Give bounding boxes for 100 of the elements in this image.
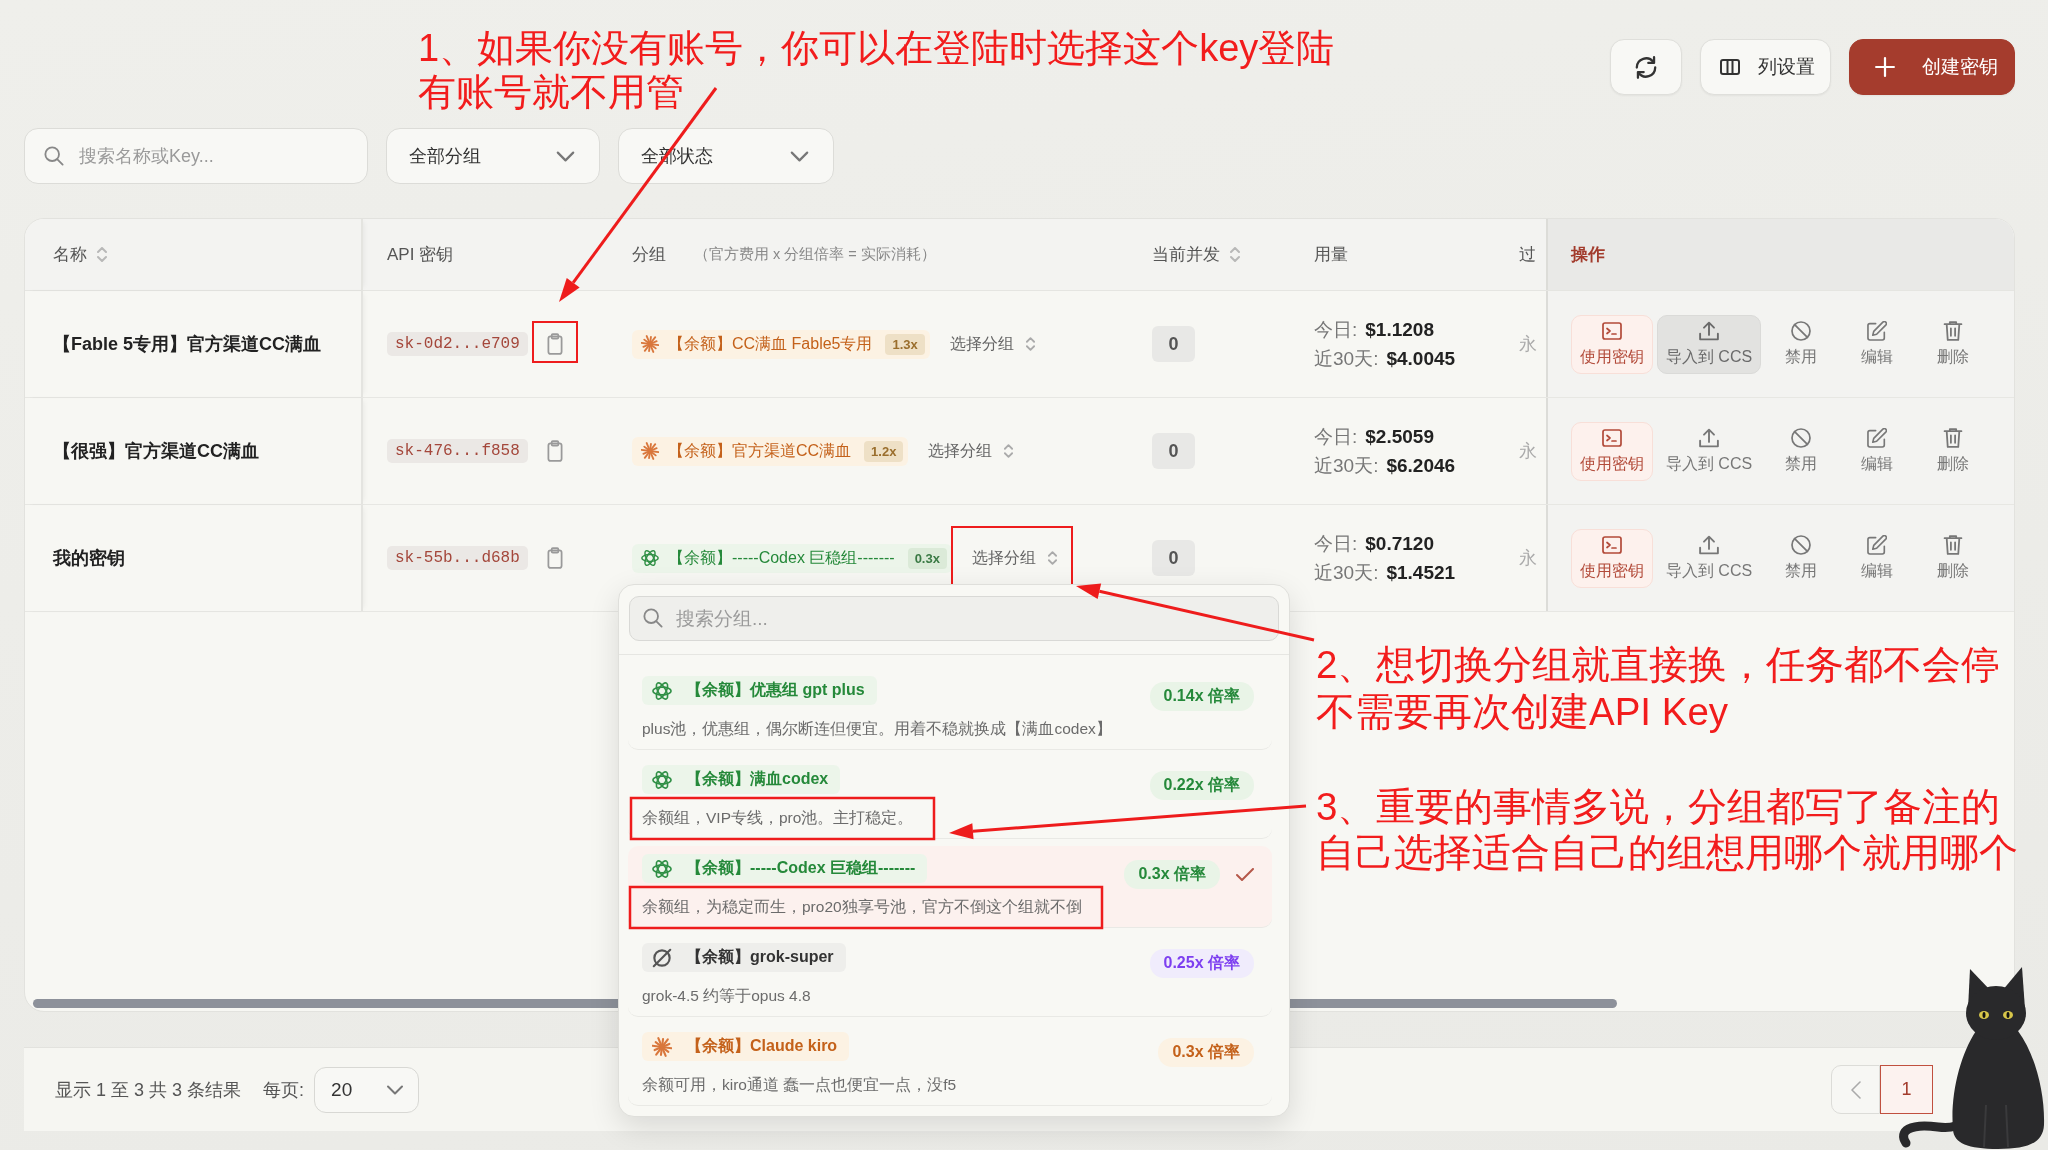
group-option[interactable]: 【余额】grok-super 0.25x 倍率 grok-4.5 约等于opus 4.8	[628, 935, 1272, 1017]
group-option[interactable]: 【余额】满血codex 0.22x 倍率 余额组，VIP专线，pro池。主打稳定。	[628, 757, 1272, 839]
slashed-circle-icon	[652, 947, 672, 968]
column-header: 过	[1519, 244, 1536, 266]
slashed-circle-icon	[1791, 534, 1811, 555]
group-name: 【余额】优惠组 gpt plus	[686, 680, 865, 700]
masked-api-key: sk-0d2...e709	[387, 332, 528, 356]
usage-label: 近30天:	[1314, 348, 1379, 369]
group-select-button[interactable]: 选择分组	[971, 547, 1057, 569]
group-description: 余额组，VIP专线，pro池。主打稳定。	[642, 808, 914, 828]
column-note: （官方费用 x 分组倍率 = 实际消耗）	[694, 245, 936, 264]
usage-label: 今日:	[1314, 426, 1358, 447]
annotation-text: 2、想切换分组就直接换，任务都不会停 不需要再次创建API Key	[1316, 642, 2001, 735]
starburst-icon	[641, 442, 659, 460]
trash-icon	[1943, 320, 1963, 341]
pencil-square-icon	[1867, 320, 1887, 341]
columns-icon	[1720, 59, 1740, 75]
sort-icon[interactable]	[1230, 247, 1240, 262]
group-name: 【余额】grok-super	[686, 947, 834, 967]
chevron-left-icon	[1850, 1080, 1861, 1099]
upload-icon	[1699, 320, 1719, 341]
create-key-button[interactable]: 创建密钥	[1849, 39, 2015, 95]
plus-icon	[1875, 57, 1895, 77]
page-size-select[interactable]: 20	[314, 1066, 420, 1113]
prev-page-button[interactable]	[1831, 1065, 1880, 1114]
usage-value: $4.0045	[1386, 348, 1456, 369]
sort-icon	[1025, 337, 1035, 351]
column-header: 名称	[53, 244, 87, 266]
import-button[interactable]: 导入到 CCS	[1657, 421, 1761, 481]
usage-label: 今日:	[1314, 533, 1358, 554]
group-option[interactable]: 【余额】优惠组 gpt plus 0.14x 倍率 plus池，优惠组，偶尔断连但便宜。用着不稳就换成【满血codex】	[628, 668, 1272, 750]
ratio-badge: 0.25x 倍率	[1149, 949, 1254, 978]
group-description: grok-4.5 约等于opus 4.8	[642, 986, 811, 1006]
delete-button[interactable]: 删除	[1917, 314, 1989, 374]
chevron-down-icon	[790, 150, 809, 162]
masked-api-key: sk-55b...d68b	[387, 546, 528, 570]
group-option[interactable]: 【余额】Claude kiro 0.3x 倍率 余额可用，kiro通道 蠢一点也便宜一点，没f5	[628, 1024, 1272, 1106]
disable-button[interactable]: 禁用	[1765, 314, 1837, 374]
delete-button[interactable]: 删除	[1917, 421, 1989, 481]
column-settings-button[interactable]: 列设置	[1700, 39, 1831, 95]
refresh-button[interactable]	[1610, 39, 1682, 95]
clipboard-icon[interactable]	[546, 333, 563, 355]
chevron-down-icon	[556, 150, 575, 162]
page-button[interactable]: 1	[1880, 1065, 1933, 1114]
usage-value: $0.7120	[1365, 533, 1434, 554]
sort-icon	[1004, 444, 1014, 458]
group-name: 【余额】-----Codex 巨稳组-------	[686, 858, 916, 878]
clipboard-icon[interactable]	[546, 440, 563, 462]
group-select-button[interactable]: 选择分组	[949, 333, 1035, 355]
import-button[interactable]: 导入到 CCS	[1657, 314, 1761, 374]
use-key-button[interactable]: 使用密钥	[1571, 314, 1653, 374]
refresh-icon	[1635, 55, 1657, 79]
starburst-icon	[652, 1036, 672, 1057]
column-header: API 密钥	[387, 244, 454, 266]
clipboard-icon[interactable]	[546, 547, 563, 569]
column-header: 操作	[1571, 244, 1605, 266]
disable-button[interactable]: 禁用	[1765, 528, 1837, 588]
ratio-badge: 1.3x	[885, 333, 925, 355]
search-field[interactable]: 搜索名称或Key...	[24, 128, 368, 184]
group-description: 余额组，为稳定而生，pro20独享号池，官方不倒这个组就不倒	[642, 897, 1082, 917]
usage-value: $1.4521	[1386, 562, 1456, 583]
ratio-badge: 0.3x	[907, 547, 947, 569]
ratio-badge: 0.3x 倍率	[1124, 860, 1220, 889]
annotation-text: 1、如果你没有账号，你可以在登陆时选择这个key登陆 有账号就不用管	[418, 26, 1335, 114]
disable-button[interactable]: 禁用	[1765, 421, 1837, 481]
edit-button[interactable]: 编辑	[1841, 314, 1913, 374]
ratio-badge: 0.3x 倍率	[1158, 1038, 1254, 1067]
trash-icon	[1943, 427, 1963, 448]
group-select-button[interactable]: 选择分组	[928, 440, 1014, 462]
pencil-square-icon	[1867, 534, 1887, 555]
use-key-button[interactable]: 使用密钥	[1571, 421, 1653, 481]
sort-icon	[1047, 551, 1057, 565]
usage-label: 近30天:	[1314, 562, 1379, 583]
upload-icon	[1699, 534, 1719, 555]
concurrency-count: 0	[1152, 540, 1195, 576]
delete-button[interactable]: 删除	[1917, 528, 1989, 588]
import-button[interactable]: 导入到 CCS	[1657, 528, 1761, 588]
usage-value: $6.2046	[1386, 455, 1456, 476]
group-name: 【余额】-----Codex 巨稳组-------	[668, 547, 895, 568]
group-description: plus池，优惠组，偶尔断连但便宜。用着不稳就换成【满血codex】	[642, 719, 1112, 739]
group-name: 【余额】Claude kiro	[686, 1036, 838, 1056]
edit-button[interactable]: 编辑	[1841, 528, 1913, 588]
usage-value: $1.1208	[1365, 319, 1434, 340]
group-name: 【余额】满血codex	[686, 769, 829, 789]
group-description: 余额可用，kiro通道 蠢一点也便宜一点，没f5	[642, 1075, 957, 1095]
group-name: 【余额】CC满血 Fable5专用	[668, 333, 873, 354]
result-summary: 显示 1 至 3 共 3 条结果	[55, 1078, 242, 1102]
use-key-button[interactable]: 使用密钥	[1571, 528, 1653, 588]
key-name: 【很强】官方渠道CC满血	[53, 440, 259, 463]
rosette-icon	[641, 549, 659, 567]
edit-button[interactable]: 编辑	[1841, 421, 1913, 481]
group-option[interactable]: 【余额】-----Codex 巨稳组------- 0.3x 倍率 余额组，为稳定而生，pro20独享号池，官方不倒这个组就不倒	[628, 846, 1272, 928]
masked-api-key: sk-476...f858	[387, 439, 528, 463]
filter-dropdown[interactable]: 全部分组	[386, 128, 600, 184]
group-search-field[interactable]: 搜索分组...	[629, 596, 1279, 641]
sort-icon[interactable]	[97, 247, 107, 262]
column-header: 用量	[1314, 244, 1348, 266]
rosette-icon	[652, 769, 672, 790]
page-size-label: 每页:	[263, 1078, 305, 1102]
ratio-badge: 1.2x	[864, 440, 904, 462]
